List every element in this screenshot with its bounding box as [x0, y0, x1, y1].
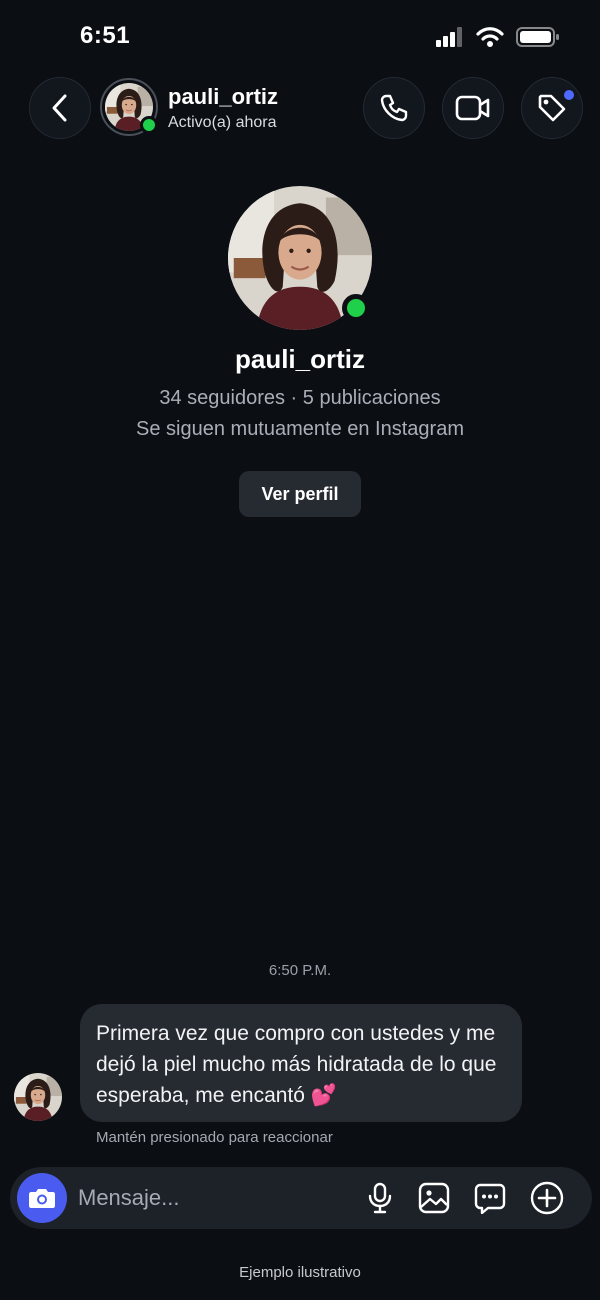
tag-button[interactable]	[521, 77, 583, 139]
profile-avatar[interactable]	[228, 186, 372, 330]
back-button[interactable]	[29, 77, 91, 139]
back-icon	[52, 94, 67, 122]
notification-dot	[564, 90, 574, 100]
phone-icon	[380, 94, 408, 122]
message-composer	[10, 1167, 592, 1229]
camera-button[interactable]	[17, 1173, 67, 1223]
sticker-icon	[474, 1183, 506, 1214]
mutual-follow-text: Se siguen mutuamente en Instagram	[136, 418, 464, 440]
illustrative-example-note: Ejemplo ilustrativo	[239, 1264, 361, 1281]
message-sender-avatar[interactable]	[14, 1073, 62, 1121]
header-username[interactable]: pauli_ortiz	[168, 84, 278, 110]
header-active-status: Activo(a) ahora	[168, 114, 277, 131]
status-icons	[436, 26, 560, 48]
gallery-icon	[418, 1182, 450, 1214]
status-time: 6:51	[80, 22, 131, 49]
cellular-signal-icon	[436, 27, 462, 47]
plus-icon	[530, 1181, 564, 1215]
reaction-hint: Mantén presionado para reaccionar	[96, 1129, 333, 1146]
camera-icon	[29, 1189, 55, 1208]
battery-icon	[516, 27, 559, 47]
message-bubble[interactable]: Primera vez que compro con ustedes y me …	[80, 1004, 522, 1122]
online-indicator	[140, 116, 158, 134]
profile-username: pauli_ortiz	[234, 344, 365, 374]
profile-summary: pauli_ortiz 34 seguidores · 5 publicacio…	[0, 186, 600, 517]
tag-icon	[538, 94, 566, 122]
profile-stats: 34 seguidores · 5 publicaciones	[159, 387, 441, 409]
header-avatar[interactable]	[100, 78, 158, 136]
view-profile-button[interactable]: Ver perfil	[239, 471, 361, 517]
chat-header: pauli_ortiz Activo(a) ahora	[0, 76, 600, 140]
message-input[interactable]	[78, 1181, 348, 1215]
wifi-icon	[476, 27, 504, 47]
voice-message-button[interactable]	[363, 1181, 397, 1215]
audio-call-button[interactable]	[363, 77, 425, 139]
microphone-icon	[368, 1182, 392, 1214]
gallery-button[interactable]	[417, 1181, 451, 1215]
message-timestamp: 6:50 P.M.	[268, 962, 332, 979]
status-bar: 6:51	[0, 0, 600, 70]
online-indicator	[342, 294, 370, 322]
video-call-button[interactable]	[442, 77, 504, 139]
sticker-button[interactable]	[473, 1181, 507, 1215]
more-options-button[interactable]	[530, 1181, 564, 1215]
video-icon	[455, 95, 490, 121]
